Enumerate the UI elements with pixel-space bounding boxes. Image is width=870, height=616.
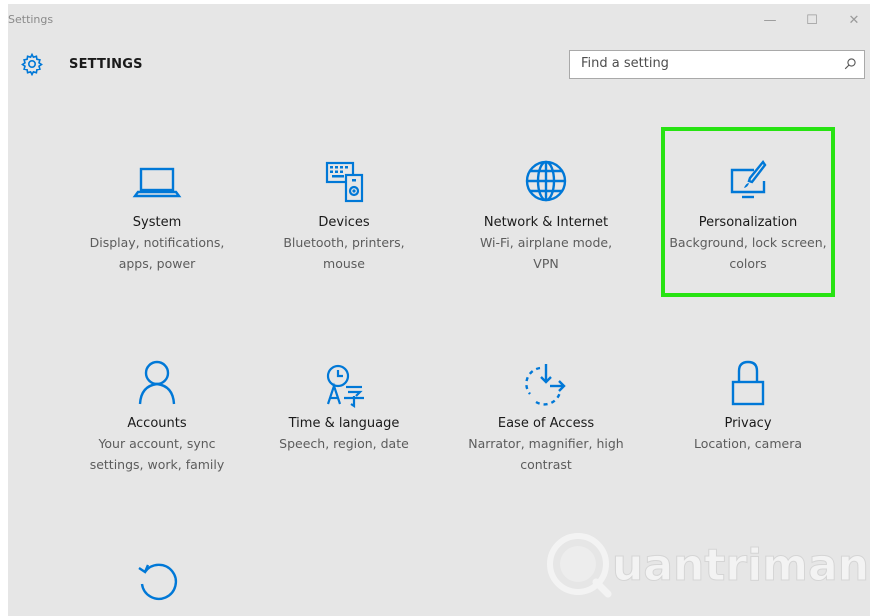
selection-highlight: [661, 127, 835, 297]
title-bar: Settings — ☐ ✕: [8, 4, 870, 38]
tile-label: Privacy: [724, 416, 772, 431]
laptop-icon: [132, 167, 182, 198]
tile-description: Narrator, magnifier, high contrast: [468, 436, 624, 472]
update-recovery-icon: [138, 563, 178, 601]
tile-label: System: [132, 215, 182, 230]
tile-network-internet[interactable]: Network & Internet Wi-Fi, airplane mode,…: [461, 155, 631, 274]
tile-time-language[interactable]: Time & language Speech, region, date: [259, 356, 429, 454]
tile-system[interactable]: System Display, notifications, apps, pow…: [72, 155, 242, 274]
tile-accounts[interactable]: Accounts Your account, sync settings, wo…: [72, 356, 242, 475]
search-input[interactable]: Find a setting: [569, 50, 865, 79]
devices-icon: [325, 161, 364, 203]
minimize-button[interactable]: —: [756, 10, 784, 30]
watermark-logo: uantrimang: [547, 533, 868, 598]
search-placeholder: Find a setting: [581, 56, 669, 71]
tile-label: Devices: [318, 215, 370, 230]
tile-description: Location, camera: [693, 436, 802, 451]
settings-window: Settings — ☐ ✕ SETTINGS Find a setting S…: [8, 4, 870, 616]
tile-label: Accounts: [127, 416, 187, 431]
tile-description: Speech, region, date: [279, 436, 409, 451]
page-title: SETTINGS: [69, 57, 143, 72]
time-language-icon: [326, 364, 364, 409]
tile-description: Your account, sync settings, work, famil…: [89, 436, 225, 472]
tile-label: Time & language: [288, 416, 400, 431]
ease-of-access-icon: [525, 364, 566, 406]
watermark-text: uantrimang: [612, 540, 868, 591]
lock-icon: [731, 360, 765, 406]
gear-icon: [21, 52, 43, 76]
tile-update-security[interactable]: [72, 554, 242, 610]
tile-privacy[interactable]: Privacy Location, camera: [663, 356, 833, 454]
tile-devices[interactable]: Devices Bluetooth, printers, mouse: [259, 155, 429, 274]
search-icon[interactable]: [842, 56, 858, 72]
tile-description: Bluetooth, printers, mouse: [283, 235, 405, 271]
maximize-button[interactable]: ☐: [798, 10, 826, 30]
settings-header: SETTINGS Find a setting: [8, 50, 870, 82]
tile-description: Display, notifications, apps, power: [89, 235, 225, 271]
close-button[interactable]: ✕: [840, 10, 868, 30]
window-title: Settings: [8, 13, 54, 26]
tile-label: Ease of Access: [497, 416, 595, 431]
tile-ease-of-access[interactable]: Ease of Access Narrator, magnifier, high…: [461, 356, 631, 475]
person-icon: [138, 360, 176, 405]
globe-icon: [525, 160, 567, 202]
tile-description: Wi-Fi, airplane mode, VPN: [479, 235, 613, 271]
tile-label: Network & Internet: [483, 215, 609, 230]
